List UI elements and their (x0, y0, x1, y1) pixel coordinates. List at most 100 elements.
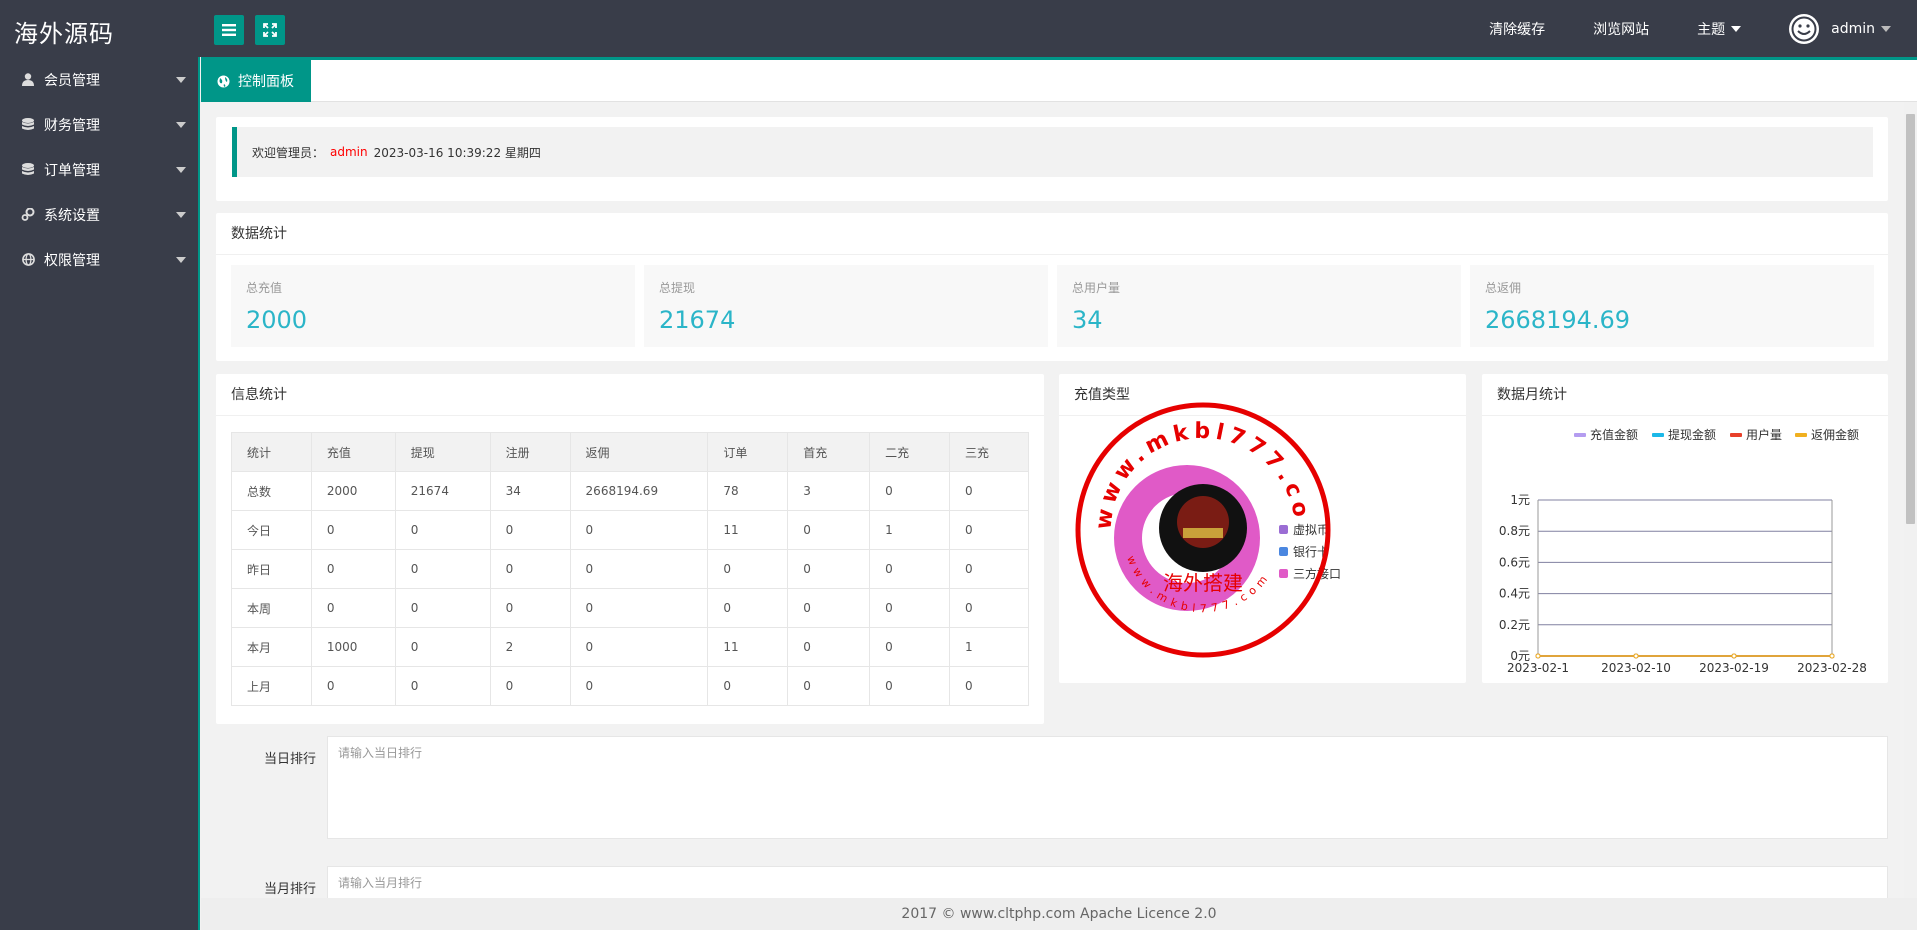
welcome-datetime: 2023-03-16 10:39:22 星期四 (373, 145, 541, 160)
table-cell: 0 (869, 666, 951, 706)
browse-site-link[interactable]: 浏览网站 (1593, 19, 1649, 39)
table-row: 上月 0 0 0 0 0 0 0 0 (231, 666, 1029, 706)
stat-value: 2668194.69 (1485, 306, 1631, 334)
welcome-prefix: 欢迎管理员： (252, 145, 325, 160)
monthly-rank-textarea[interactable]: 请输入当月排行 (327, 866, 1888, 898)
table-cell: 0 (787, 510, 871, 550)
user-menu[interactable]: admin (1789, 13, 1891, 44)
data-point (1633, 653, 1639, 659)
tab-bar: 控制面板 (201, 57, 1917, 102)
welcome-banner: 欢迎管理员： admin 2023-03-16 10:39:22 星期四 (232, 127, 1873, 177)
avatar (1789, 13, 1820, 44)
data-point (1535, 653, 1541, 659)
scrollbar-thumb[interactable] (1906, 114, 1915, 524)
table-cell: 今日 (231, 510, 312, 550)
legend-label: 提现金额 (1668, 427, 1716, 442)
table-cell: 0 (869, 627, 951, 667)
data-point (1829, 653, 1835, 659)
table-cell: 0 (569, 588, 709, 628)
table-cell: 0 (949, 471, 1029, 511)
table-cell: 0 (569, 666, 709, 706)
footer-text: 2017 © www.cltphp.com Apache Licence 2.0 (901, 906, 1217, 922)
sidebar-item-label: 订单管理 (44, 162, 100, 179)
table-cell: 0 (394, 666, 491, 706)
table-cell: 2668194.69 (569, 471, 709, 511)
tab-dashboard[interactable]: 控制面板 (201, 60, 311, 102)
sidebar-item-orders[interactable]: 订单管理 (0, 147, 198, 192)
gears-icon (20, 207, 36, 223)
y-tick-label: 0.8元 (1499, 524, 1530, 538)
table-cell: 本月 (231, 627, 312, 667)
table-cell: 0 (707, 666, 789, 706)
globe-icon (20, 252, 36, 268)
table-cell: 0 (949, 549, 1029, 589)
table-cell: 11 (707, 510, 789, 550)
legend-swatch (1652, 433, 1664, 437)
user-icon (20, 72, 36, 88)
table-cell: 0 (489, 510, 571, 550)
table-cell: 0 (489, 666, 571, 706)
y-tick-label: 0.6元 (1499, 555, 1530, 569)
menu-toggle-button[interactable] (214, 15, 244, 45)
stat-label: 总提现 (659, 281, 696, 295)
table-cell: 0 (310, 588, 396, 628)
daily-rank-textarea[interactable]: 请输入当日排行 (327, 736, 1888, 839)
x-tick-label: 2023-02-28 (1797, 661, 1867, 675)
table-row: 今日 0 0 0 0 11 0 1 0 (231, 510, 1029, 550)
table-cell: 0 (310, 510, 396, 550)
monthly-rank-placeholder: 请输入当月排行 (338, 876, 423, 890)
y-tick-label: 1元 (1510, 493, 1530, 507)
table-header-row: 统计 充值 提现 注册 返佣 订单 首充 二充 三充 (231, 432, 1029, 472)
fullscreen-button[interactable] (255, 15, 285, 45)
table-cell: 0 (707, 588, 789, 628)
chevron-down-icon (1881, 25, 1891, 32)
table-cell: 0 (949, 510, 1029, 550)
chevron-down-icon (1731, 25, 1742, 32)
stat-total-commission: 总返佣 2668194.69 (1470, 265, 1874, 347)
table-cell: 0 (949, 588, 1029, 628)
table-header-cell: 充值 (310, 432, 396, 472)
sidebar-item-permissions[interactable]: 权限管理 (0, 237, 198, 282)
table-cell: 78 (707, 471, 789, 511)
monthly-stats-title: 数据月统计 (1482, 374, 1888, 416)
table-cell: 1000 (310, 627, 396, 667)
table-cell: 0 (394, 549, 491, 589)
stat-value: 21674 (659, 306, 736, 334)
legend-swatch (1730, 433, 1742, 437)
table-header-cell: 统计 (231, 432, 312, 472)
monthly-stats-card: 数据月统计 充值金额 提现金额 用户量 返佣金额 0元 0.2元 0.4元 0.6元 0.8元 1… (1482, 374, 1888, 683)
chevron-down-icon (176, 167, 186, 173)
sidebar-item-members[interactable]: 会员管理 (0, 57, 198, 102)
table-cell: 0 (869, 471, 951, 511)
welcome-card: 欢迎管理员： admin 2023-03-16 10:39:22 星期四 (216, 117, 1888, 201)
sidebar: 会员管理 财务管理 订单管理 系统设置 权限管理 (0, 57, 200, 930)
monthly-rank-label: 当月排行 (264, 882, 317, 897)
x-tick-label: 2023-02-1 (1507, 661, 1569, 675)
theme-menu[interactable]: 主题 (1697, 19, 1742, 39)
tab-label: 控制面板 (238, 74, 294, 90)
main-scrollbar[interactable] (1904, 102, 1917, 898)
table-header-cell: 首充 (787, 432, 871, 472)
table-cell: 0 (869, 549, 951, 589)
table-header-cell: 提现 (394, 432, 491, 472)
table-cell: 0 (569, 510, 709, 550)
chevron-down-icon (176, 77, 186, 83)
table-cell: 0 (787, 627, 871, 667)
stat-label: 总充值 (246, 281, 283, 295)
sidebar-item-finance[interactable]: 财务管理 (0, 102, 198, 147)
legend-swatch (1574, 433, 1586, 437)
app-logo[interactable]: 海外源码 (14, 14, 114, 49)
stat-total-withdraw: 总提现 21674 (644, 265, 1048, 347)
chevron-down-icon (176, 122, 186, 128)
clear-cache-link[interactable]: 清除缓存 (1489, 19, 1545, 39)
smiley-icon (1791, 16, 1817, 41)
table-cell: 2 (489, 627, 571, 667)
globe-icon (217, 75, 230, 88)
sidebar-item-settings[interactable]: 系统设置 (0, 192, 198, 237)
chevron-down-icon (176, 212, 186, 218)
sidebar-item-label: 财务管理 (44, 117, 100, 134)
database-icon (20, 117, 36, 133)
sidebar-item-label: 会员管理 (44, 72, 100, 89)
y-tick-label: 0.4元 (1499, 587, 1530, 601)
info-stats-table: 统计 充值 提现 注册 返佣 订单 首充 二充 三充 总数 2000 21674 34 2668194.… (231, 432, 1029, 706)
